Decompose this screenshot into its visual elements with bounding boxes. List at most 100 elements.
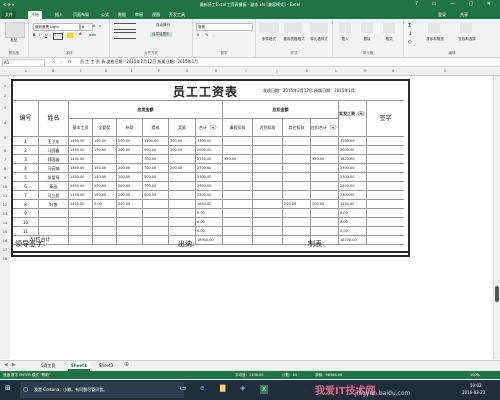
table-cell[interactable] <box>169 218 196 227</box>
table-cell[interactable] <box>253 182 283 191</box>
wrap-text-button[interactable]: 自动换行 <box>156 23 170 28</box>
header-payable[interactable]: 应发金额 <box>69 101 223 119</box>
phonetic-button[interactable]: wén <box>89 33 96 37</box>
table-cell[interactable]: 3300.00 <box>196 137 223 146</box>
underline-button[interactable]: U <box>45 33 48 37</box>
table-cell[interactable]: 150.00 <box>93 146 117 155</box>
table-cell[interactable] <box>253 218 283 227</box>
table-cell[interactable]: 2500.00 <box>196 182 223 191</box>
column-header[interactable]: K <box>293 69 321 73</box>
signature-cell[interactable] <box>367 209 404 218</box>
row-number[interactable]: 9 <box>13 209 39 218</box>
row-header[interactable]: 3 <box>0 106 10 110</box>
header-actual[interactable]: 实发工资（元） <box>339 101 367 137</box>
employee-name[interactable] <box>39 209 69 218</box>
column-header[interactable]: C <box>69 69 93 73</box>
row-number[interactable]: 8 <box>13 200 39 209</box>
table-cell[interactable] <box>169 200 196 209</box>
table-cell[interactable]: 200.00 <box>117 164 143 173</box>
table-cell[interactable]: 1650.00 <box>196 200 223 209</box>
column-header[interactable]: B <box>38 69 68 73</box>
table-cell[interactable] <box>283 182 311 191</box>
scroll-left-icon[interactable]: ◀ <box>4 362 8 368</box>
table-cell[interactable] <box>93 155 117 164</box>
number-format-select[interactable]: 常规 <box>196 23 253 31</box>
table-cell[interactable] <box>311 164 339 173</box>
employee-name[interactable]: 叶睿 <box>39 200 69 209</box>
table-cell[interactable] <box>253 164 283 173</box>
employee-name[interactable]: 张爱琴 <box>39 173 69 182</box>
tab-data[interactable]: 数据 <box>118 12 126 18</box>
row-header[interactable]: 10 <box>0 185 10 189</box>
table-cell[interactable]: 150.00 <box>93 182 117 191</box>
table-cell[interactable]: 200.00 <box>117 173 143 182</box>
table-cell[interactable]: 150.00 <box>93 191 117 200</box>
row-header[interactable]: 15 <box>0 230 10 234</box>
table-cell[interactable] <box>69 218 93 227</box>
table-cell[interactable] <box>93 227 117 236</box>
table-cell[interactable]: 330.00 <box>223 155 253 164</box>
table-cell[interactable] <box>117 218 143 227</box>
table-cell[interactable] <box>283 218 311 227</box>
clear-icon[interactable]: ◇ <box>408 39 412 45</box>
table-cell[interactable] <box>169 209 196 218</box>
column-header[interactable]: M <box>351 69 379 73</box>
table-cell[interactable]: 1820.00 <box>339 155 367 164</box>
column-header[interactable]: A <box>15 69 37 73</box>
italic-button[interactable]: I <box>39 33 40 37</box>
table-cell[interactable]: 3300.00 <box>339 137 367 146</box>
signature-cell[interactable] <box>367 146 404 155</box>
file-explorer-icon[interactable]: ▇ <box>220 384 225 392</box>
delete-cells-icon[interactable] <box>361 23 373 33</box>
enter-icon[interactable]: ✓ <box>60 59 63 64</box>
signature-cell[interactable] <box>367 173 404 182</box>
zoom-level[interactable]: 100% <box>470 373 480 377</box>
header-name[interactable]: 姓名 <box>39 101 69 137</box>
row-header[interactable]: 2 <box>0 94 10 98</box>
fill-icon[interactable]: ↓ <box>408 31 412 37</box>
sheet-tab[interactable]: 5月工资 <box>38 362 59 370</box>
table-cell[interactable]: 2700.00 <box>339 164 367 173</box>
table-cell[interactable] <box>311 227 339 236</box>
table-cell[interactable] <box>283 164 311 173</box>
table-cell[interactable] <box>223 200 253 209</box>
grow-font-button[interactable]: A <box>93 24 95 28</box>
name-box[interactable]: A1 <box>2 59 45 67</box>
table-cell[interactable]: 2700.00 <box>196 164 223 173</box>
sort-filter-button[interactable]: 排序和筛选 <box>420 37 450 42</box>
employee-name[interactable]: 马国鑫 <box>39 146 69 155</box>
cell-styles-button[interactable]: 单元格样式 <box>306 37 332 42</box>
column-header[interactable]: D <box>94 69 118 73</box>
table-cell[interactable] <box>283 173 311 182</box>
table-cell[interactable]: 1450.00 <box>69 191 93 200</box>
table-cell[interactable]: 200.00 <box>311 200 339 209</box>
format-cells-icon[interactable] <box>383 23 395 33</box>
table-cell[interactable]: 1450.00 <box>69 164 93 173</box>
column-header[interactable]: J <box>262 69 292 73</box>
signature-row[interactable]: 领导签字: 出纳: 制表: <box>11 237 410 253</box>
table-cell[interactable]: 500.00 <box>143 173 169 182</box>
tab-page-layout[interactable]: 页面布局 <box>73 12 89 18</box>
row-header[interactable]: 11 <box>0 194 10 198</box>
table-cell[interactable]: 2150.00 <box>196 155 223 164</box>
column-header[interactable]: F <box>146 69 172 73</box>
table-cell[interactable] <box>143 227 169 236</box>
employee-name[interactable]: 秦函 <box>39 182 69 191</box>
employee-name[interactable]: 郑国坡 <box>39 155 69 164</box>
table-cell[interactable]: 0.00 <box>196 218 223 227</box>
table-cell[interactable]: 700.00 <box>143 164 169 173</box>
subheader-deduct[interactable]: 事假扣款 <box>223 119 253 137</box>
store-icon[interactable]: ◈ <box>240 384 245 392</box>
border-icon[interactable] <box>53 33 63 40</box>
vertical-scrollbar[interactable] <box>493 76 500 359</box>
merge-center-button[interactable]: 合并后居中 <box>150 32 172 37</box>
table-cell[interactable] <box>311 146 339 155</box>
share-button[interactable]: 共享 <box>460 12 468 18</box>
sort-filter-icon[interactable] <box>428 23 440 33</box>
row-number[interactable]: 5 <box>13 173 39 182</box>
table-cell[interactable] <box>69 227 93 236</box>
employee-name[interactable]: 王卫东 <box>39 137 69 146</box>
table-cell[interactable]: 1450.00 <box>69 182 93 191</box>
cancel-icon[interactable]: ✕ <box>52 59 55 64</box>
table-cell[interactable]: 200.00 <box>117 137 143 146</box>
